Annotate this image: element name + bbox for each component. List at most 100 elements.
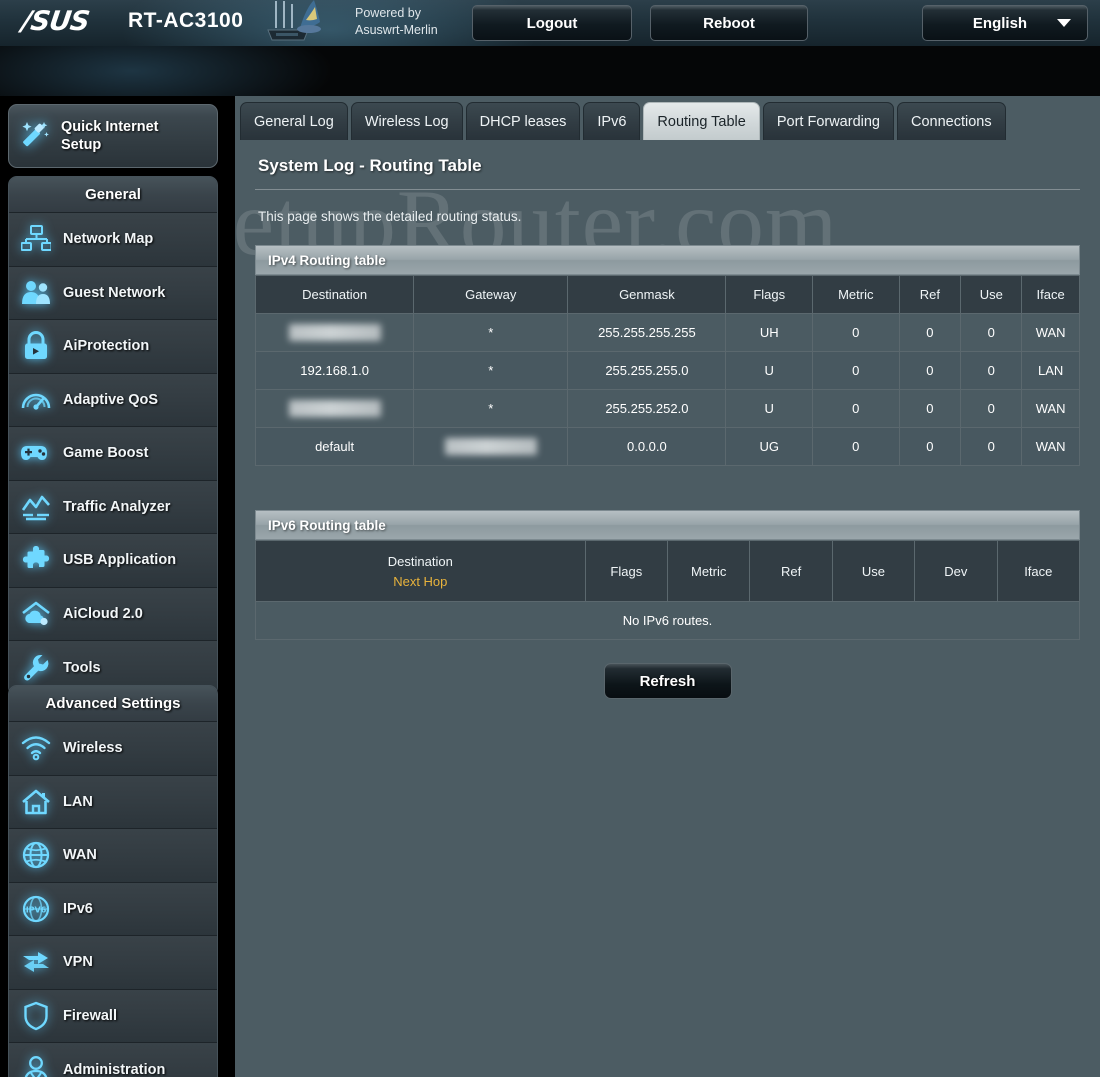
column-header-ref: Ref bbox=[898, 275, 962, 314]
refresh-button[interactable]: Refresh bbox=[603, 663, 732, 699]
cell-flags: UH bbox=[725, 313, 813, 352]
masked-value bbox=[288, 324, 381, 342]
cell-destination: 192.168.1.0 bbox=[254, 351, 415, 390]
router-model-name: RT-AC3100 bbox=[128, 9, 244, 32]
sidebar-item-aiprotection[interactable]: AiProtection bbox=[9, 320, 217, 374]
column-header-iface: Iface bbox=[1021, 275, 1080, 314]
cell-gateway bbox=[413, 427, 569, 466]
language-selector[interactable]: English bbox=[922, 5, 1088, 41]
sidebar-item-adaptive-qos[interactable]: Adaptive QoS bbox=[9, 373, 217, 427]
powered-by-text: Powered by Asuswrt-Merlin bbox=[355, 5, 438, 39]
gauge-icon bbox=[9, 386, 63, 414]
table-row: * 255.255.255.255 UH 0 0 0 WAN bbox=[254, 313, 1080, 352]
sidebar-item-label: Tools bbox=[63, 659, 101, 676]
tab-routing-table[interactable]: Routing Table bbox=[643, 102, 760, 140]
ipv6-destination-label: Destination bbox=[387, 553, 453, 569]
chart-icon bbox=[9, 493, 63, 521]
tab-connections[interactable]: Connections bbox=[897, 102, 1006, 140]
sidebar-item-firewall[interactable]: Firewall bbox=[9, 989, 217, 1043]
cell-metric: 0 bbox=[812, 427, 900, 466]
column-header-gateway: Gateway bbox=[413, 275, 569, 314]
tab-bar: General Log Wireless Log DHCP leases IPv… bbox=[240, 100, 1006, 140]
sidebar-item-traffic-analyzer[interactable]: Traffic Analyzer bbox=[9, 480, 217, 534]
cell-flags: UG bbox=[725, 427, 813, 466]
sidebar-item-guest-network[interactable]: Guest Network bbox=[9, 266, 217, 320]
network-map-icon bbox=[9, 225, 63, 253]
sidebar-group-advanced-title: Advanced Settings bbox=[9, 686, 217, 722]
ipv4-header-row: Destination Gateway Genmask Flags Metric… bbox=[254, 275, 1080, 314]
column-header-metric: Metric bbox=[812, 275, 900, 314]
lock-icon bbox=[9, 331, 63, 361]
ipv6-empty-message: No IPv6 routes. bbox=[255, 601, 1080, 640]
cell-destination: default bbox=[254, 427, 415, 466]
sidebar-item-aicloud[interactable]: AiCloud 2.0 bbox=[9, 587, 217, 641]
cell-destination bbox=[254, 313, 415, 352]
sidebar-item-usb-application[interactable]: USB Application bbox=[9, 534, 217, 588]
sidebar-item-network-map[interactable]: Network Map bbox=[9, 213, 217, 267]
gamepad-icon bbox=[9, 440, 63, 466]
sidebar-item-label: AiProtection bbox=[63, 338, 150, 355]
cell-ref: 0 bbox=[898, 313, 962, 352]
column-header-flags: Flags bbox=[725, 275, 813, 314]
sidebar-item-lan[interactable]: LAN bbox=[9, 775, 217, 829]
asus-logo: /SUS bbox=[19, 6, 91, 37]
content-area: General Log Wireless Log DHCP leases IPv… bbox=[235, 96, 1100, 1077]
sidebar-item-ipv6[interactable]: IPV6 IPv6 bbox=[9, 882, 217, 936]
sidebar-item-label: Adaptive QoS bbox=[63, 391, 159, 408]
quick-setup-line2: Setup bbox=[61, 137, 102, 153]
guest-network-icon bbox=[9, 279, 63, 307]
sidebar-item-label: Game Boost bbox=[63, 445, 149, 462]
ipv4-routing-table: Destination Gateway Genmask Flags Metric… bbox=[254, 275, 1080, 466]
cell-genmask: 255.255.255.255 bbox=[567, 313, 727, 352]
cell-ref: 0 bbox=[898, 427, 962, 466]
ipv6-nexthop-label: Next Hop bbox=[393, 573, 448, 589]
sidebar-item-label: Administration bbox=[63, 1061, 166, 1077]
title-divider bbox=[255, 189, 1080, 190]
sidebar-item-label: Guest Network bbox=[63, 284, 166, 301]
ipv6-header-row: Destination Next Hop Flags Metric Ref Us… bbox=[255, 540, 1081, 602]
column-header-ref: Ref bbox=[749, 540, 833, 602]
sidebar-item-label: AiCloud 2.0 bbox=[63, 605, 143, 622]
cell-metric: 0 bbox=[812, 351, 900, 390]
ipv6-globe-icon: IPV6 bbox=[9, 895, 63, 923]
sidebar-item-label: WAN bbox=[63, 847, 97, 864]
tab-wireless-log[interactable]: Wireless Log bbox=[350, 102, 463, 140]
column-header-metric: Metric bbox=[666, 540, 751, 602]
column-header-genmask: Genmask bbox=[567, 275, 727, 314]
masked-value bbox=[444, 438, 537, 456]
tab-dhcp-leases[interactable]: DHCP leases bbox=[465, 102, 581, 140]
vpn-arrows-icon bbox=[9, 949, 63, 975]
cloud-home-icon bbox=[9, 600, 63, 628]
sidebar-item-label: USB Application bbox=[63, 552, 177, 569]
ipv6-routing-table: Destination Next Hop Flags Metric Ref Us… bbox=[255, 540, 1081, 640]
tab-general-log[interactable]: General Log bbox=[240, 102, 348, 140]
cell-ref: 0 bbox=[898, 389, 962, 428]
router-wizard-icon bbox=[267, 0, 321, 41]
sidebar-item-vpn[interactable]: VPN bbox=[9, 936, 217, 990]
column-header-destination-nexthop: Destination Next Hop bbox=[255, 540, 586, 602]
tab-ipv6[interactable]: IPv6 bbox=[583, 102, 641, 140]
wifi-icon bbox=[9, 735, 63, 761]
sidebar-group-general-title: General bbox=[9, 177, 217, 213]
info-strip: Operation Mode: Wireless router Firmware… bbox=[0, 46, 1100, 96]
cell-gateway: * bbox=[413, 389, 569, 428]
puzzle-icon bbox=[9, 546, 63, 574]
sidebar-item-label: LAN bbox=[63, 793, 93, 810]
table-row: default 0.0.0.0 UG 0 0 0 WAN bbox=[254, 427, 1080, 466]
column-header-flags: Flags bbox=[584, 540, 669, 602]
sidebar-item-administration[interactable]: Administration bbox=[9, 1043, 217, 1077]
sidebar-item-wireless[interactable]: Wireless bbox=[9, 722, 217, 776]
tab-port-forwarding[interactable]: Port Forwarding bbox=[762, 102, 894, 140]
column-header-use: Use bbox=[831, 540, 916, 602]
ipv6-empty-row: No IPv6 routes. bbox=[255, 601, 1080, 640]
page-description: This page shows the detailed routing sta… bbox=[258, 209, 522, 224]
cell-ref: 0 bbox=[898, 351, 962, 390]
reboot-button[interactable]: Reboot bbox=[650, 5, 808, 41]
ipv4-section-title: IPv4 Routing table bbox=[255, 245, 1080, 275]
cell-iface: WAN bbox=[1021, 313, 1080, 352]
logout-button[interactable]: Logout bbox=[472, 5, 632, 41]
sidebar-item-game-boost[interactable]: Game Boost bbox=[9, 427, 217, 481]
cell-genmask: 255.255.252.0 bbox=[567, 389, 727, 428]
quick-internet-setup-button[interactable]: Quick Internet Setup bbox=[8, 104, 218, 168]
sidebar-item-wan[interactable]: WAN bbox=[9, 829, 217, 883]
